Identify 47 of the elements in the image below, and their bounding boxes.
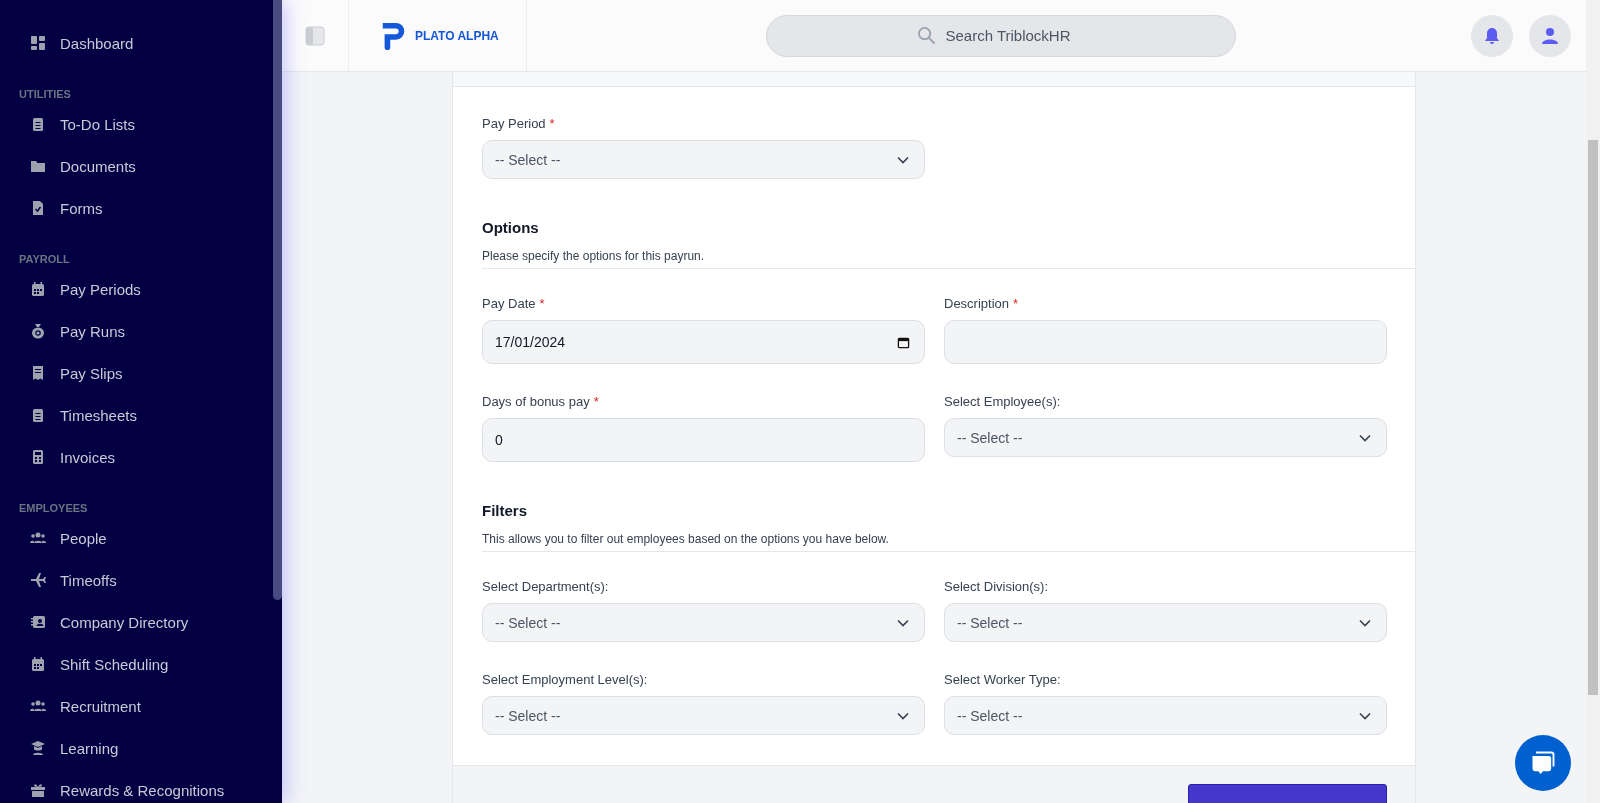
nav-item[interactable]: Pay Periods — [18, 268, 273, 310]
nav-item[interactable]: Documents — [18, 145, 273, 187]
select-dropdown[interactable]: -- Select -- — [944, 603, 1387, 642]
field-label: Select Division(s): — [944, 579, 1049, 594]
section-heading: Options — [482, 219, 540, 236]
nav-item[interactable]: To-Do Lists — [18, 103, 273, 145]
section-description: Please specify the options for this payrun. — [482, 249, 706, 263]
section-title: UTILITIES — [19, 87, 72, 101]
field-label: Select Worker Type: — [944, 672, 1061, 687]
nav-item[interactable]: Pay Slips — [18, 352, 273, 394]
field-label: Pay Period — [482, 116, 546, 131]
text-field[interactable]: 0 — [482, 418, 925, 462]
select-dropdown[interactable]: -- Select -- — [482, 603, 925, 642]
required-mark: * — [1013, 296, 1019, 311]
select-dropdown[interactable]: -- Select -- — [482, 696, 925, 735]
field-label: Pay Date — [482, 296, 536, 311]
field-label: Select Employee(s): — [944, 394, 1061, 409]
nav-item[interactable]: Dashboard — [18, 22, 273, 64]
nav-item[interactable]: Company Directory — [18, 601, 273, 643]
nav-item[interactable]: Recruitment — [18, 685, 273, 727]
nav-item[interactable]: Timeoffs — [18, 559, 273, 601]
required-mark: * — [539, 296, 545, 311]
required-mark: * — [593, 394, 599, 409]
nav-item[interactable]: Forms — [18, 187, 273, 229]
field-label: Select Employment Level(s): — [482, 672, 648, 687]
select-dropdown[interactable]: -- Select -- — [944, 696, 1387, 735]
nav-item[interactable]: Timesheets — [18, 394, 273, 436]
field-label: Select Department(s): — [482, 579, 609, 594]
logo-text: PLATO ALPHA — [415, 28, 499, 43]
section-description: This allows you to filter out employees based on the options you have below. — [482, 532, 890, 546]
nav-item[interactable]: Invoices — [18, 436, 273, 478]
nav-item[interactable]: People — [18, 517, 273, 559]
section-title: PAYROLL — [19, 252, 71, 266]
section-title: EMPLOYEES — [19, 501, 89, 515]
date-field[interactable]: 17/01/2024 — [482, 320, 925, 364]
search-bar[interactable]: Search TriblockHR — [766, 14, 1236, 57]
nav-item[interactable]: Learning — [18, 727, 273, 769]
required-mark: * — [549, 116, 555, 131]
select-dropdown[interactable]: -- Select -- — [944, 418, 1387, 457]
field-label: Days of bonus pay — [482, 394, 590, 409]
field-label: Description — [944, 296, 1010, 311]
section-heading: Filters — [482, 502, 528, 519]
nav-item[interactable]: Shift Scheduling — [18, 643, 273, 685]
nav-item[interactable]: Pay Runs — [18, 310, 273, 352]
select-dropdown[interactable]: -- Select -- — [482, 140, 925, 179]
nav-item[interactable]: Rewards & Recognitions — [18, 769, 273, 803]
search-input[interactable]: Search TriblockHR — [945, 27, 1086, 44]
